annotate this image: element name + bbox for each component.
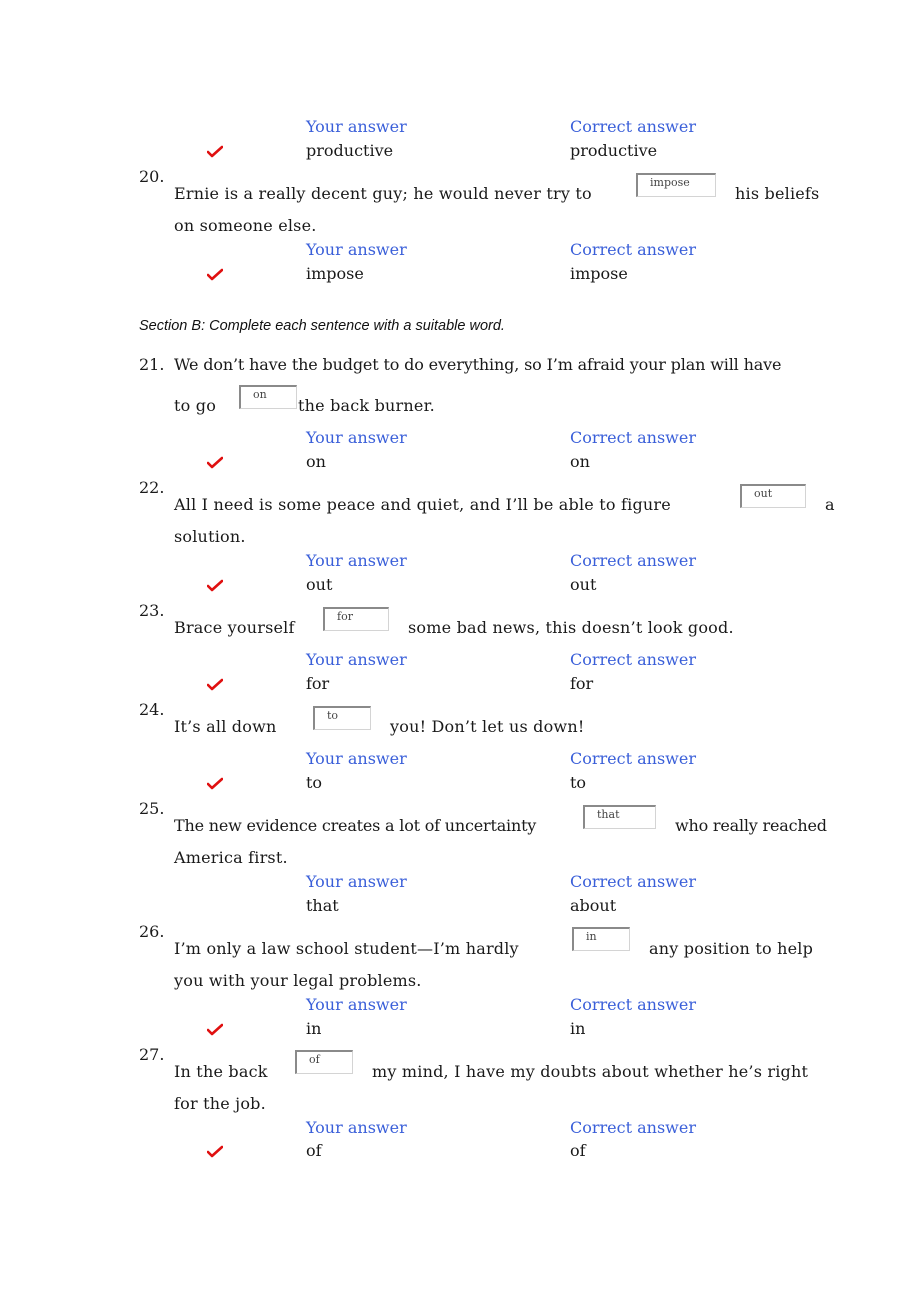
answer-input[interactable]: impose	[636, 173, 716, 197]
your-answer-header: Your answer	[306, 749, 407, 768]
correct-answer-value: on	[570, 452, 590, 471]
your-answer-value: for	[306, 674, 330, 693]
question-text: who really reached	[675, 816, 827, 835]
question-text: I’m only a law school student—I’m hardly	[174, 939, 519, 958]
question-number: 27.	[139, 1045, 165, 1064]
question-text: We don’t have the budget to do everythin…	[174, 355, 782, 374]
correct-answer-header: Correct answer	[570, 749, 696, 768]
correct-answer-value: impose	[570, 264, 628, 283]
question-number: 22.	[139, 478, 165, 497]
checkmark-icon	[207, 678, 223, 692]
correct-answer-header: Correct answer	[570, 872, 696, 891]
question-text: for the job.	[174, 1094, 266, 1113]
answer-input[interactable]: in	[572, 927, 630, 951]
answer-input[interactable]: to	[313, 706, 371, 730]
question-text: the back burner.	[298, 396, 435, 415]
correct-answer-value: about	[570, 896, 617, 915]
section-heading: Section B: Complete each sentence with a…	[139, 318, 505, 334]
your-answer-header: Your answer	[306, 872, 407, 891]
answer-input[interactable]: out	[740, 484, 806, 508]
your-answer-value: out	[306, 575, 333, 594]
your-answer-header: Your answer	[306, 650, 407, 669]
your-answer-value: impose	[306, 264, 364, 283]
checkmark-icon	[207, 579, 223, 593]
question-text: All I need is some peace and quiet, and …	[174, 495, 671, 514]
your-answer-header: Your answer	[306, 551, 407, 570]
your-answer-header: Your answer	[306, 117, 407, 136]
your-answer-header: Your answer	[306, 428, 407, 447]
question-number: 25.	[139, 799, 165, 818]
correct-answer-header: Correct answer	[570, 428, 696, 447]
question-text: his beliefs	[735, 184, 820, 203]
correct-answer-header: Correct answer	[570, 995, 696, 1014]
question-text: you! Don’t let us down!	[390, 717, 585, 736]
your-answer-header: Your answer	[306, 240, 407, 259]
correct-answer-value: productive	[570, 141, 658, 160]
your-answer-header: Your answer	[306, 995, 407, 1014]
question-text: solution.	[174, 527, 246, 546]
question-number: 26.	[139, 922, 165, 941]
answer-input[interactable]: for	[323, 607, 389, 631]
question-text: to go	[174, 396, 217, 415]
question-number: 21.	[139, 355, 165, 374]
your-answer-value: to	[306, 773, 323, 792]
question-text: America first.	[174, 848, 288, 867]
question-number: 24.	[139, 700, 165, 719]
correct-answer-value: out	[570, 575, 597, 594]
question-text: In the back	[174, 1062, 268, 1081]
question-text: any position to help	[649, 939, 814, 958]
correct-answer-header: Correct answer	[570, 1118, 696, 1137]
question-text: a	[825, 495, 835, 514]
answer-input[interactable]: that	[583, 805, 656, 829]
your-answer-value: that	[306, 896, 339, 915]
checkmark-icon	[207, 1023, 223, 1037]
question-text: my mind, I have my doubts about whether …	[372, 1062, 809, 1081]
answer-input[interactable]: of	[295, 1050, 353, 1074]
question-text: some bad news, this doesn’t look good.	[408, 618, 734, 637]
correct-answer-header: Correct answer	[570, 240, 696, 259]
checkmark-icon	[207, 456, 223, 470]
checkmark-icon	[207, 1145, 223, 1159]
correct-answer-header: Correct answer	[570, 650, 696, 669]
correct-answer-value: for	[570, 674, 594, 693]
question-text: you with your legal problems.	[174, 971, 422, 990]
your-answer-value: on	[306, 452, 326, 471]
correct-answer-value: to	[570, 773, 587, 792]
correct-answer-value: in	[570, 1019, 586, 1038]
your-answer-value: in	[306, 1019, 322, 1038]
question-text: Ernie is a really decent guy; he would n…	[174, 184, 592, 203]
checkmark-icon	[207, 777, 223, 791]
correct-answer-header: Correct answer	[570, 117, 696, 136]
question-number: 23.	[139, 601, 165, 620]
question-text: The new evidence creates a lot of uncert…	[174, 816, 537, 835]
checkmark-icon	[207, 145, 223, 159]
answer-input[interactable]: on	[239, 385, 297, 409]
question-text: Brace yourself	[174, 618, 295, 637]
your-answer-header: Your answer	[306, 1118, 407, 1137]
correct-answer-value: of	[570, 1141, 586, 1160]
correct-answer-header: Correct answer	[570, 551, 696, 570]
checkmark-icon	[207, 268, 223, 282]
question-text: It’s all down	[174, 717, 277, 736]
question-number: 20.	[139, 167, 165, 186]
question-text: on someone else.	[174, 216, 317, 235]
your-answer-value: productive	[306, 141, 394, 160]
your-answer-value: of	[306, 1141, 322, 1160]
